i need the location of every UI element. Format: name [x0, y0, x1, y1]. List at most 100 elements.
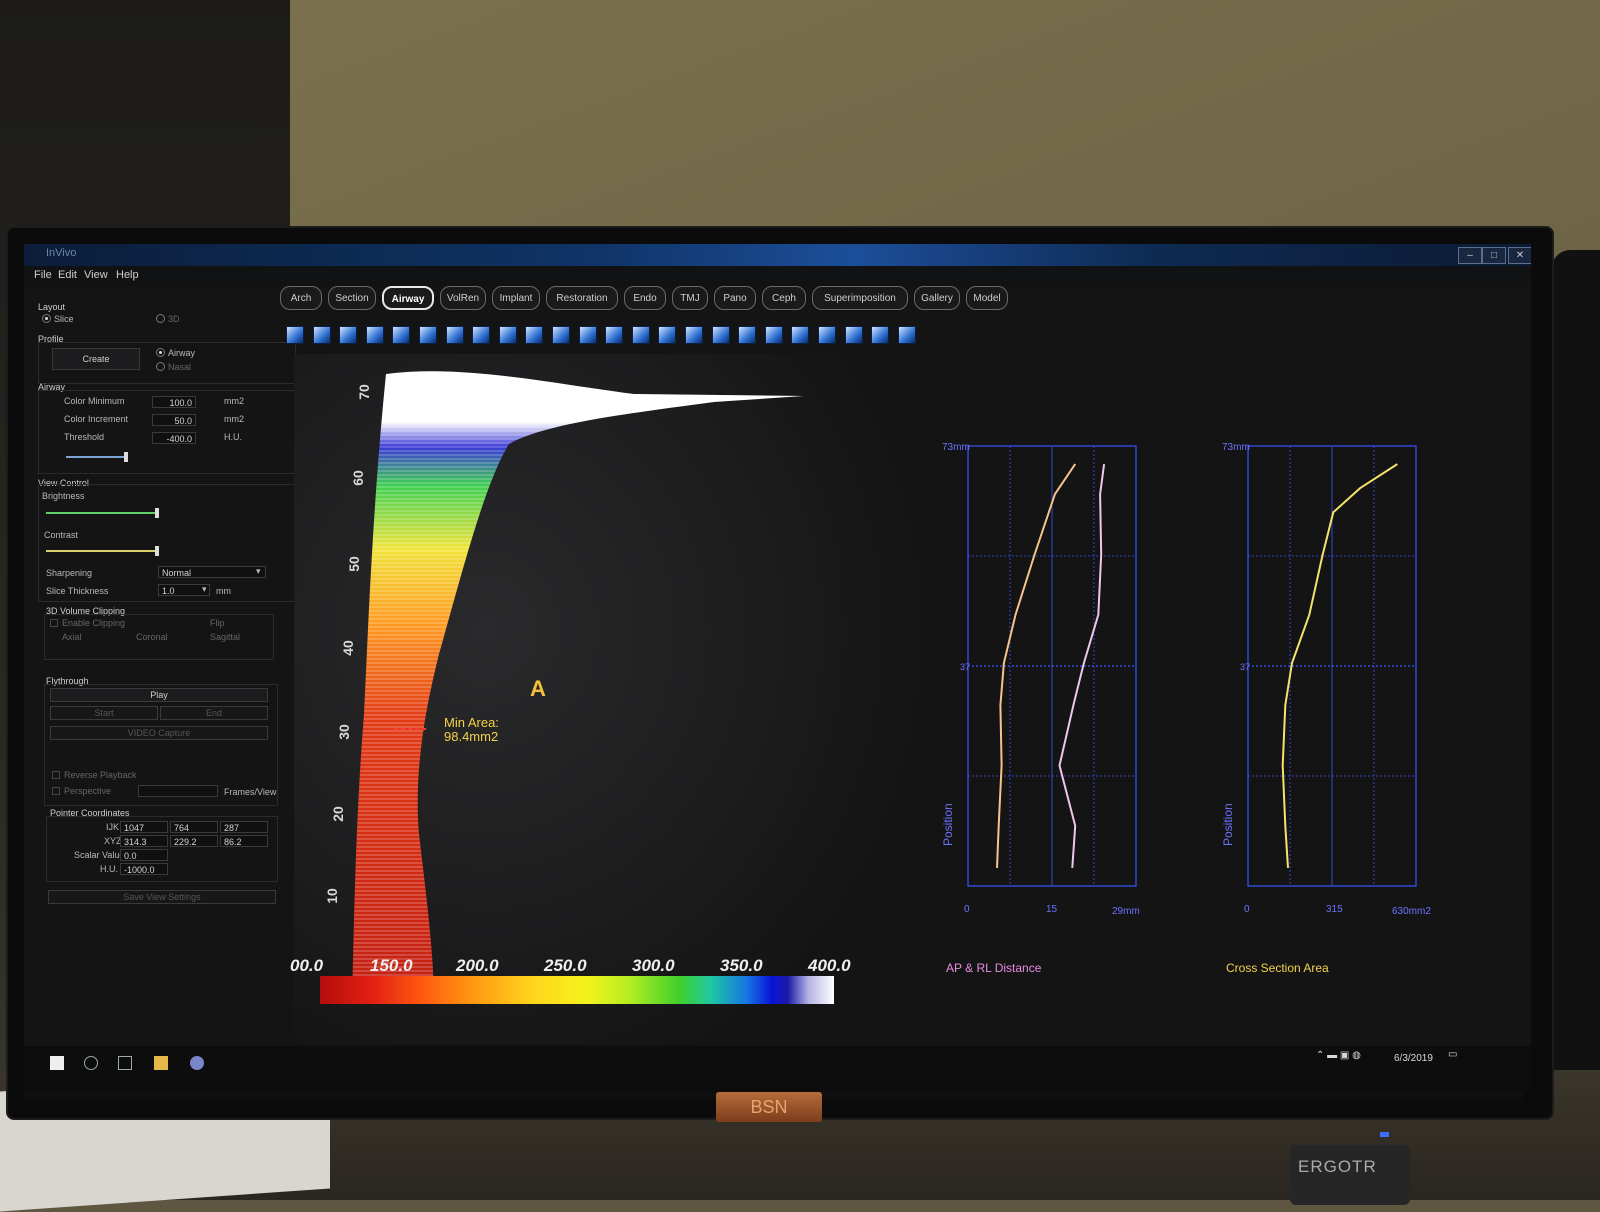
perspective-checkbox[interactable] [52, 787, 60, 795]
airway-3d-view[interactable] [294, 354, 934, 1044]
menu-view[interactable]: View [84, 269, 108, 281]
create-profile-button[interactable]: Create [52, 348, 140, 370]
layout-3d-radio[interactable] [156, 314, 165, 323]
color-scale-label: 400.0 [808, 956, 851, 975]
tab-section[interactable]: Section [328, 286, 376, 310]
tool-icon-5[interactable] [392, 326, 411, 344]
search-icon[interactable] [84, 1056, 98, 1070]
tray-icons[interactable]: ⌃ ▬ ▣ ◍ [1316, 1050, 1361, 1061]
tool-icon-22[interactable] [844, 326, 863, 344]
layout-slice-label: Slice [54, 314, 74, 324]
tab-volren[interactable]: VolRen [440, 286, 486, 310]
power-led [1380, 1132, 1389, 1137]
ijk-j: 764 [170, 821, 218, 833]
tool-icon-8[interactable] [472, 326, 491, 344]
tool-icon-19[interactable] [764, 326, 783, 344]
profile-nasal-radio[interactable] [156, 362, 165, 371]
tool-icon-18[interactable] [738, 326, 757, 344]
axial-option[interactable]: Axial [62, 632, 82, 642]
tab-implant[interactable]: Implant [492, 286, 540, 310]
tool-icon-6[interactable] [419, 326, 437, 344]
reverse-playback-label: Reverse Playback [64, 770, 137, 780]
tool-icon-16[interactable] [685, 326, 703, 344]
color-min-field[interactable]: 100.0 [152, 396, 196, 408]
profile-airway-radio[interactable] [156, 348, 165, 357]
menu-file[interactable]: File [34, 269, 52, 281]
threshold-slider-knob[interactable] [124, 452, 128, 462]
layout-3d-label: 3D [168, 314, 180, 324]
tab-ceph[interactable]: Ceph [762, 286, 806, 310]
tab-pano[interactable]: Pano [714, 286, 756, 310]
tool-icon-23[interactable] [871, 326, 890, 344]
enable-clipping-label: Enable Clipping [62, 618, 126, 628]
ijk-label: IJK [106, 822, 120, 832]
contrast-slider-knob[interactable] [155, 546, 159, 556]
tool-icon-12[interactable] [578, 326, 597, 344]
tool-icon-15[interactable] [658, 326, 677, 344]
tab-airway[interactable]: Airway [382, 286, 434, 310]
save-view-settings-button[interactable]: Save View Settings [48, 890, 276, 904]
tool-icon-3[interactable] [339, 326, 358, 344]
tool-icon-7[interactable] [445, 326, 464, 344]
menu-edit[interactable]: Edit [58, 269, 77, 281]
tool-icon-17[interactable] [711, 326, 730, 344]
menu-help[interactable]: Help [116, 269, 139, 281]
reverse-playback-checkbox[interactable] [52, 771, 60, 779]
flip-label: Flip [210, 618, 225, 628]
tab-restoration[interactable]: Restoration [546, 286, 618, 310]
color-inc-field[interactable]: 50.0 [152, 414, 196, 426]
y-axis-top-label: 73mm [942, 442, 970, 453]
taskbar [24, 1046, 1531, 1092]
coronal-option[interactable]: Coronal [136, 632, 168, 642]
tool-icon-1[interactable] [286, 326, 304, 344]
tool-icon-4[interactable] [365, 326, 384, 344]
notification-icon[interactable]: ▭ [1448, 1049, 1457, 1060]
brightness-slider-knob[interactable] [155, 508, 159, 518]
tab-tmj[interactable]: TMJ [672, 286, 708, 310]
frames-field[interactable] [138, 785, 218, 797]
tool-icon-14[interactable] [631, 326, 650, 344]
layout-slice-radio[interactable] [42, 314, 51, 323]
sharpening-dropdown-icon[interactable]: ▾ [256, 566, 261, 577]
window-title: InVivo [46, 247, 77, 259]
threshold-field[interactable]: -400.0 [152, 432, 196, 444]
x-tick-label: 630mm2 [1392, 906, 1431, 917]
threshold-slider-track[interactable] [66, 456, 126, 458]
contrast-slider-track[interactable] [46, 550, 156, 552]
screen: InVivo – □ ✕ File Edit View Help Layout … [24, 244, 1531, 1092]
tool-icon-13[interactable] [605, 326, 624, 344]
enable-clipping-checkbox[interactable] [50, 619, 58, 627]
start-button[interactable]: Start [50, 706, 158, 720]
start-icon[interactable] [50, 1056, 64, 1070]
tab-model[interactable]: Model [966, 286, 1008, 310]
x-tick-label: 0 [1244, 904, 1250, 915]
tab-superimposition[interactable]: Superimposition [812, 286, 908, 310]
minimize-button[interactable]: – [1458, 247, 1482, 264]
maximize-button[interactable]: □ [1482, 247, 1506, 264]
min-area-title: Min Area: [444, 715, 499, 730]
slice-dropdown-icon[interactable]: ▾ [202, 584, 207, 595]
tool-icon-24[interactable] [897, 326, 916, 344]
profile-nasal-label: Nasal [168, 362, 192, 372]
tool-icon-10[interactable] [525, 326, 544, 344]
sagittal-option[interactable]: Sagittal [210, 632, 240, 642]
perspective-label: Perspective [64, 786, 112, 796]
task-view-icon[interactable] [118, 1056, 132, 1070]
play-button[interactable]: Play [50, 688, 268, 702]
tab-endo[interactable]: Endo [624, 286, 666, 310]
tool-icon-9[interactable] [498, 326, 517, 344]
brightness-slider-track[interactable] [46, 512, 156, 514]
tool-icon-2[interactable] [312, 326, 331, 344]
video-capture-button[interactable]: VIDEO Capture [50, 726, 268, 740]
tab-arch[interactable]: Arch [280, 286, 322, 310]
app-icon[interactable] [190, 1056, 204, 1070]
folder-icon[interactable] [154, 1056, 168, 1070]
slice-thickness-unit: mm [216, 586, 231, 596]
tool-icon-21[interactable] [818, 326, 836, 344]
tab-gallery[interactable]: Gallery [914, 286, 960, 310]
end-button[interactable]: End [160, 706, 268, 720]
sharpening-select[interactable]: Normal [158, 566, 266, 578]
close-button[interactable]: ✕ [1508, 247, 1531, 264]
tool-icon-11[interactable] [552, 326, 570, 344]
tool-icon-20[interactable] [791, 326, 810, 344]
